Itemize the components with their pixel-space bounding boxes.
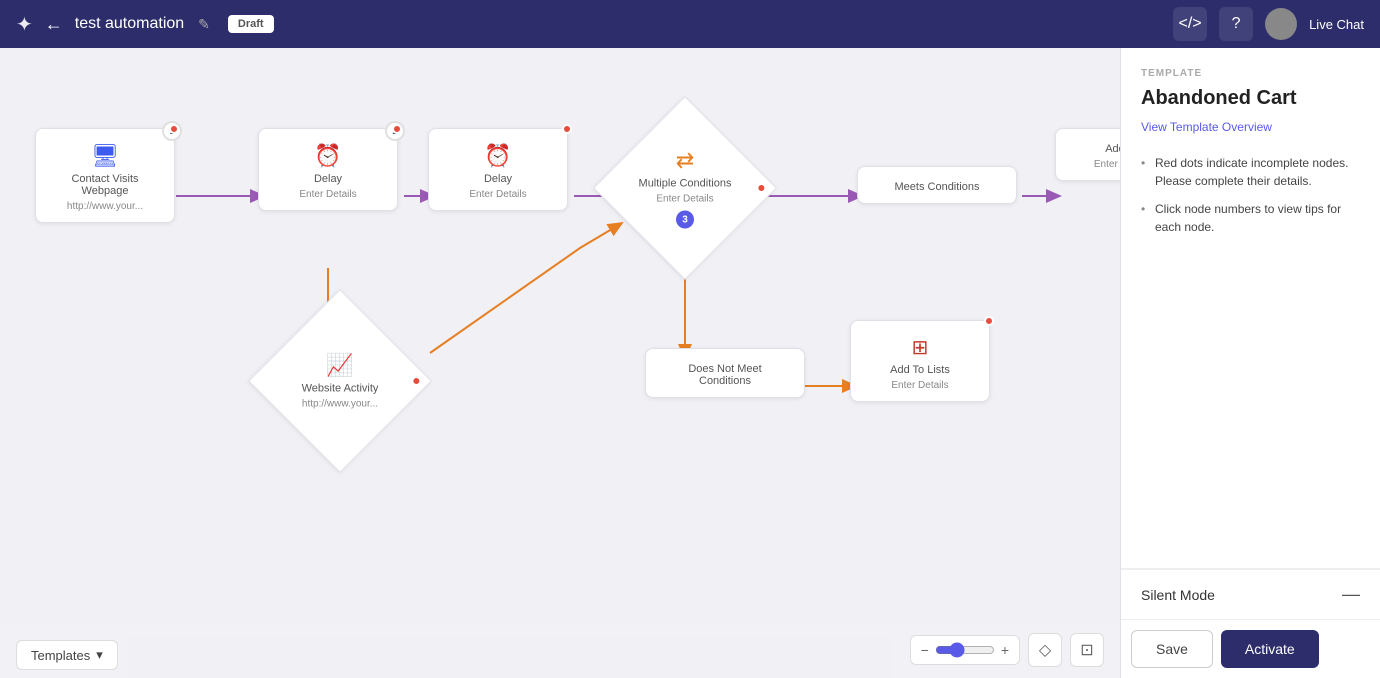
node-website-activity[interactable]: 📈 Website Activity http://www.your... bbox=[270, 316, 410, 456]
automation-canvas[interactable]: 🖥 Contact VisitsWebpage http://www.your.… bbox=[0, 48, 1120, 678]
node-multiple-conditions[interactable]: ⇄ Multiple Conditions Enter Details 3 bbox=[615, 123, 755, 263]
red-dot-addlists bbox=[984, 316, 994, 326]
center-icon: ◇ bbox=[1039, 640, 1051, 660]
panel-bullet-1: Red dots indicate incomplete nodes. Plea… bbox=[1141, 154, 1360, 190]
red-dot-multiple bbox=[754, 181, 768, 195]
edit-icon[interactable]: ✎ bbox=[198, 16, 210, 33]
node-contact-visits[interactable]: 🖥 Contact VisitsWebpage http://www.your.… bbox=[35, 128, 175, 223]
red-dot-website bbox=[409, 374, 423, 388]
meets-title: Meets Conditions bbox=[895, 181, 980, 193]
contact-visits-url: http://www.your... bbox=[67, 201, 143, 212]
contact-visits-title: Contact VisitsWebpage bbox=[71, 173, 138, 197]
view-template-link[interactable]: View Template Overview bbox=[1141, 120, 1360, 134]
footer-buttons: Save Activate bbox=[1121, 619, 1380, 678]
panel-bullet-2: Click node numbers to view tips for each… bbox=[1141, 200, 1360, 236]
main-layout: 🖥 Contact VisitsWebpage http://www.your.… bbox=[0, 48, 1380, 678]
website-icon: 📈 bbox=[326, 353, 353, 379]
delay1-subtitle: Enter Details bbox=[299, 189, 356, 200]
panel-title: Abandoned Cart bbox=[1141, 87, 1360, 110]
bottom-bar: Templates ▾ − + ◇ ⊡ bbox=[0, 622, 1120, 678]
center-view-button[interactable]: ◇ bbox=[1028, 633, 1062, 667]
red-dot-delay2 bbox=[562, 124, 572, 134]
node-badge-3: 3 bbox=[676, 211, 694, 229]
right-panel: TEMPLATE Abandoned Cart View Template Ov… bbox=[1120, 48, 1380, 678]
logo-icon: ✦ bbox=[16, 12, 33, 37]
zoom-minus-button[interactable]: − bbox=[921, 642, 929, 658]
addlists-icon: ⊞ bbox=[912, 335, 929, 360]
activate-button[interactable]: Activate bbox=[1221, 630, 1319, 668]
page-title: test automation bbox=[75, 15, 184, 33]
website-url: http://www.your... bbox=[302, 399, 378, 410]
delay2-subtitle: Enter Details bbox=[469, 189, 526, 200]
addlists-subtitle: Enter Details bbox=[891, 380, 948, 391]
red-dot-delay1 bbox=[392, 124, 402, 134]
node-does-not-meet[interactable]: Does Not MeetConditions bbox=[645, 348, 805, 398]
silent-mode-section: Silent Mode — bbox=[1121, 569, 1380, 619]
chevron-down-icon: ▾ bbox=[96, 647, 103, 663]
node-delay-1[interactable]: ⏰ Delay Enter Details 2 bbox=[258, 128, 398, 211]
addlists-title: Add To Lists bbox=[890, 364, 950, 376]
node-delay-2[interactable]: ⏰ Delay Enter Details bbox=[428, 128, 568, 211]
silent-mode-label: Silent Mode bbox=[1141, 587, 1215, 603]
header: ✦ ← test automation ✎ Draft </> ? Live C… bbox=[0, 0, 1380, 48]
templates-label: Templates bbox=[31, 648, 90, 663]
contact-visits-icon: 🖥 bbox=[91, 143, 119, 169]
templates-button[interactable]: Templates ▾ bbox=[16, 640, 118, 670]
panel-content: TEMPLATE Abandoned Cart View Template Ov… bbox=[1121, 48, 1380, 569]
delay2-title: Delay bbox=[484, 173, 512, 185]
code-icon: </> bbox=[1179, 15, 1202, 33]
node-meets-conditions[interactable]: Meets Conditions bbox=[857, 166, 1017, 204]
save-button[interactable]: Save bbox=[1131, 630, 1213, 668]
help-icon: ? bbox=[1232, 15, 1241, 33]
zoom-slider[interactable] bbox=[935, 642, 995, 658]
code-icon-button[interactable]: </> bbox=[1173, 7, 1207, 41]
help-button[interactable]: ? bbox=[1219, 7, 1253, 41]
multiple-subtitle: Enter Details bbox=[656, 194, 713, 205]
zoom-plus-button[interactable]: + bbox=[1001, 642, 1009, 658]
panel-label: TEMPLATE bbox=[1141, 68, 1360, 79]
add-subtitle: Enter D... bbox=[1094, 159, 1120, 170]
silent-mode-toggle[interactable]: — bbox=[1342, 584, 1360, 605]
back-button[interactable]: ← bbox=[45, 14, 63, 35]
live-chat-link[interactable]: Live Chat bbox=[1309, 17, 1364, 32]
red-dot-contact bbox=[169, 124, 179, 134]
zoom-control: − + bbox=[910, 635, 1020, 665]
delay1-title: Delay bbox=[314, 173, 342, 185]
draft-badge: Draft bbox=[228, 15, 274, 33]
multiple-title: Multiple Conditions bbox=[639, 178, 732, 190]
does-not-meet-title: Does Not MeetConditions bbox=[688, 363, 761, 387]
fullscreen-button[interactable]: ⊡ bbox=[1070, 633, 1104, 667]
delay1-icon: ⏰ bbox=[314, 143, 341, 169]
delay2-icon: ⏰ bbox=[484, 143, 511, 169]
website-title: Website Activity bbox=[302, 383, 379, 395]
add-title: Add bbox=[1105, 143, 1120, 155]
avatar[interactable] bbox=[1265, 8, 1297, 40]
node-add[interactable]: Add Enter D... bbox=[1055, 128, 1120, 181]
multiple-icon: ⇄ bbox=[676, 148, 694, 174]
node-add-to-lists[interactable]: ⊞ Add To Lists Enter Details bbox=[850, 320, 990, 402]
fullscreen-icon: ⊡ bbox=[1080, 640, 1093, 660]
